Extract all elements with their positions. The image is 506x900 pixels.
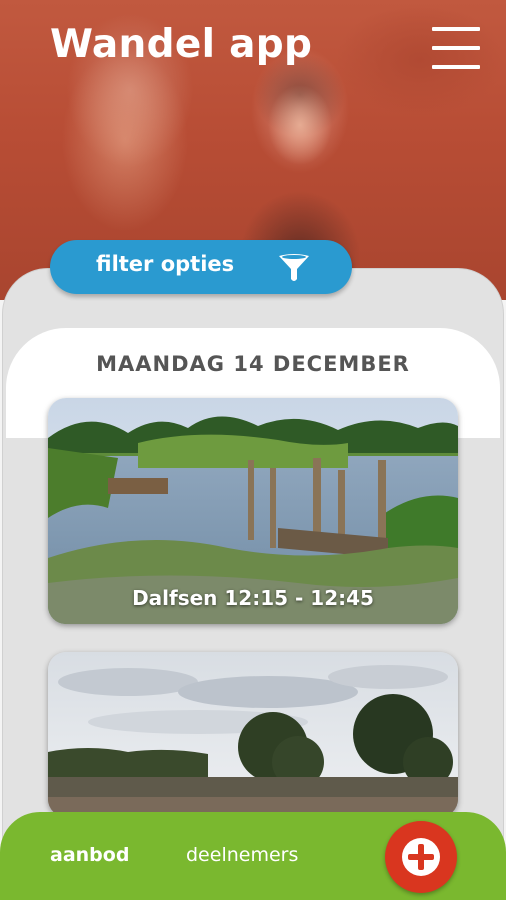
tab-aanbod[interactable]: aanbod <box>50 844 129 866</box>
filter-options-label: filter opties <box>96 252 235 276</box>
walk-card[interactable] <box>48 652 458 817</box>
tab-deelnemers[interactable]: deelnemers <box>186 844 298 866</box>
funnel-icon <box>279 254 309 281</box>
hamburger-menu-icon[interactable] <box>428 22 484 72</box>
heath-landscape-photo <box>48 652 458 817</box>
date-heading: MAANDAG 14 DECEMBER <box>96 352 410 376</box>
add-button[interactable] <box>385 821 457 893</box>
walk-card[interactable]: Dalfsen 12:15 - 12:45 <box>48 398 458 624</box>
walk-card-label: Dalfsen 12:15 - 12:45 <box>132 586 374 610</box>
bottom-navigation: aanbod deelnemers <box>0 812 506 900</box>
filter-options-button[interactable]: filter opties <box>50 240 352 294</box>
plus-circle-icon <box>402 838 440 876</box>
app-title: Wandel app <box>50 22 313 67</box>
